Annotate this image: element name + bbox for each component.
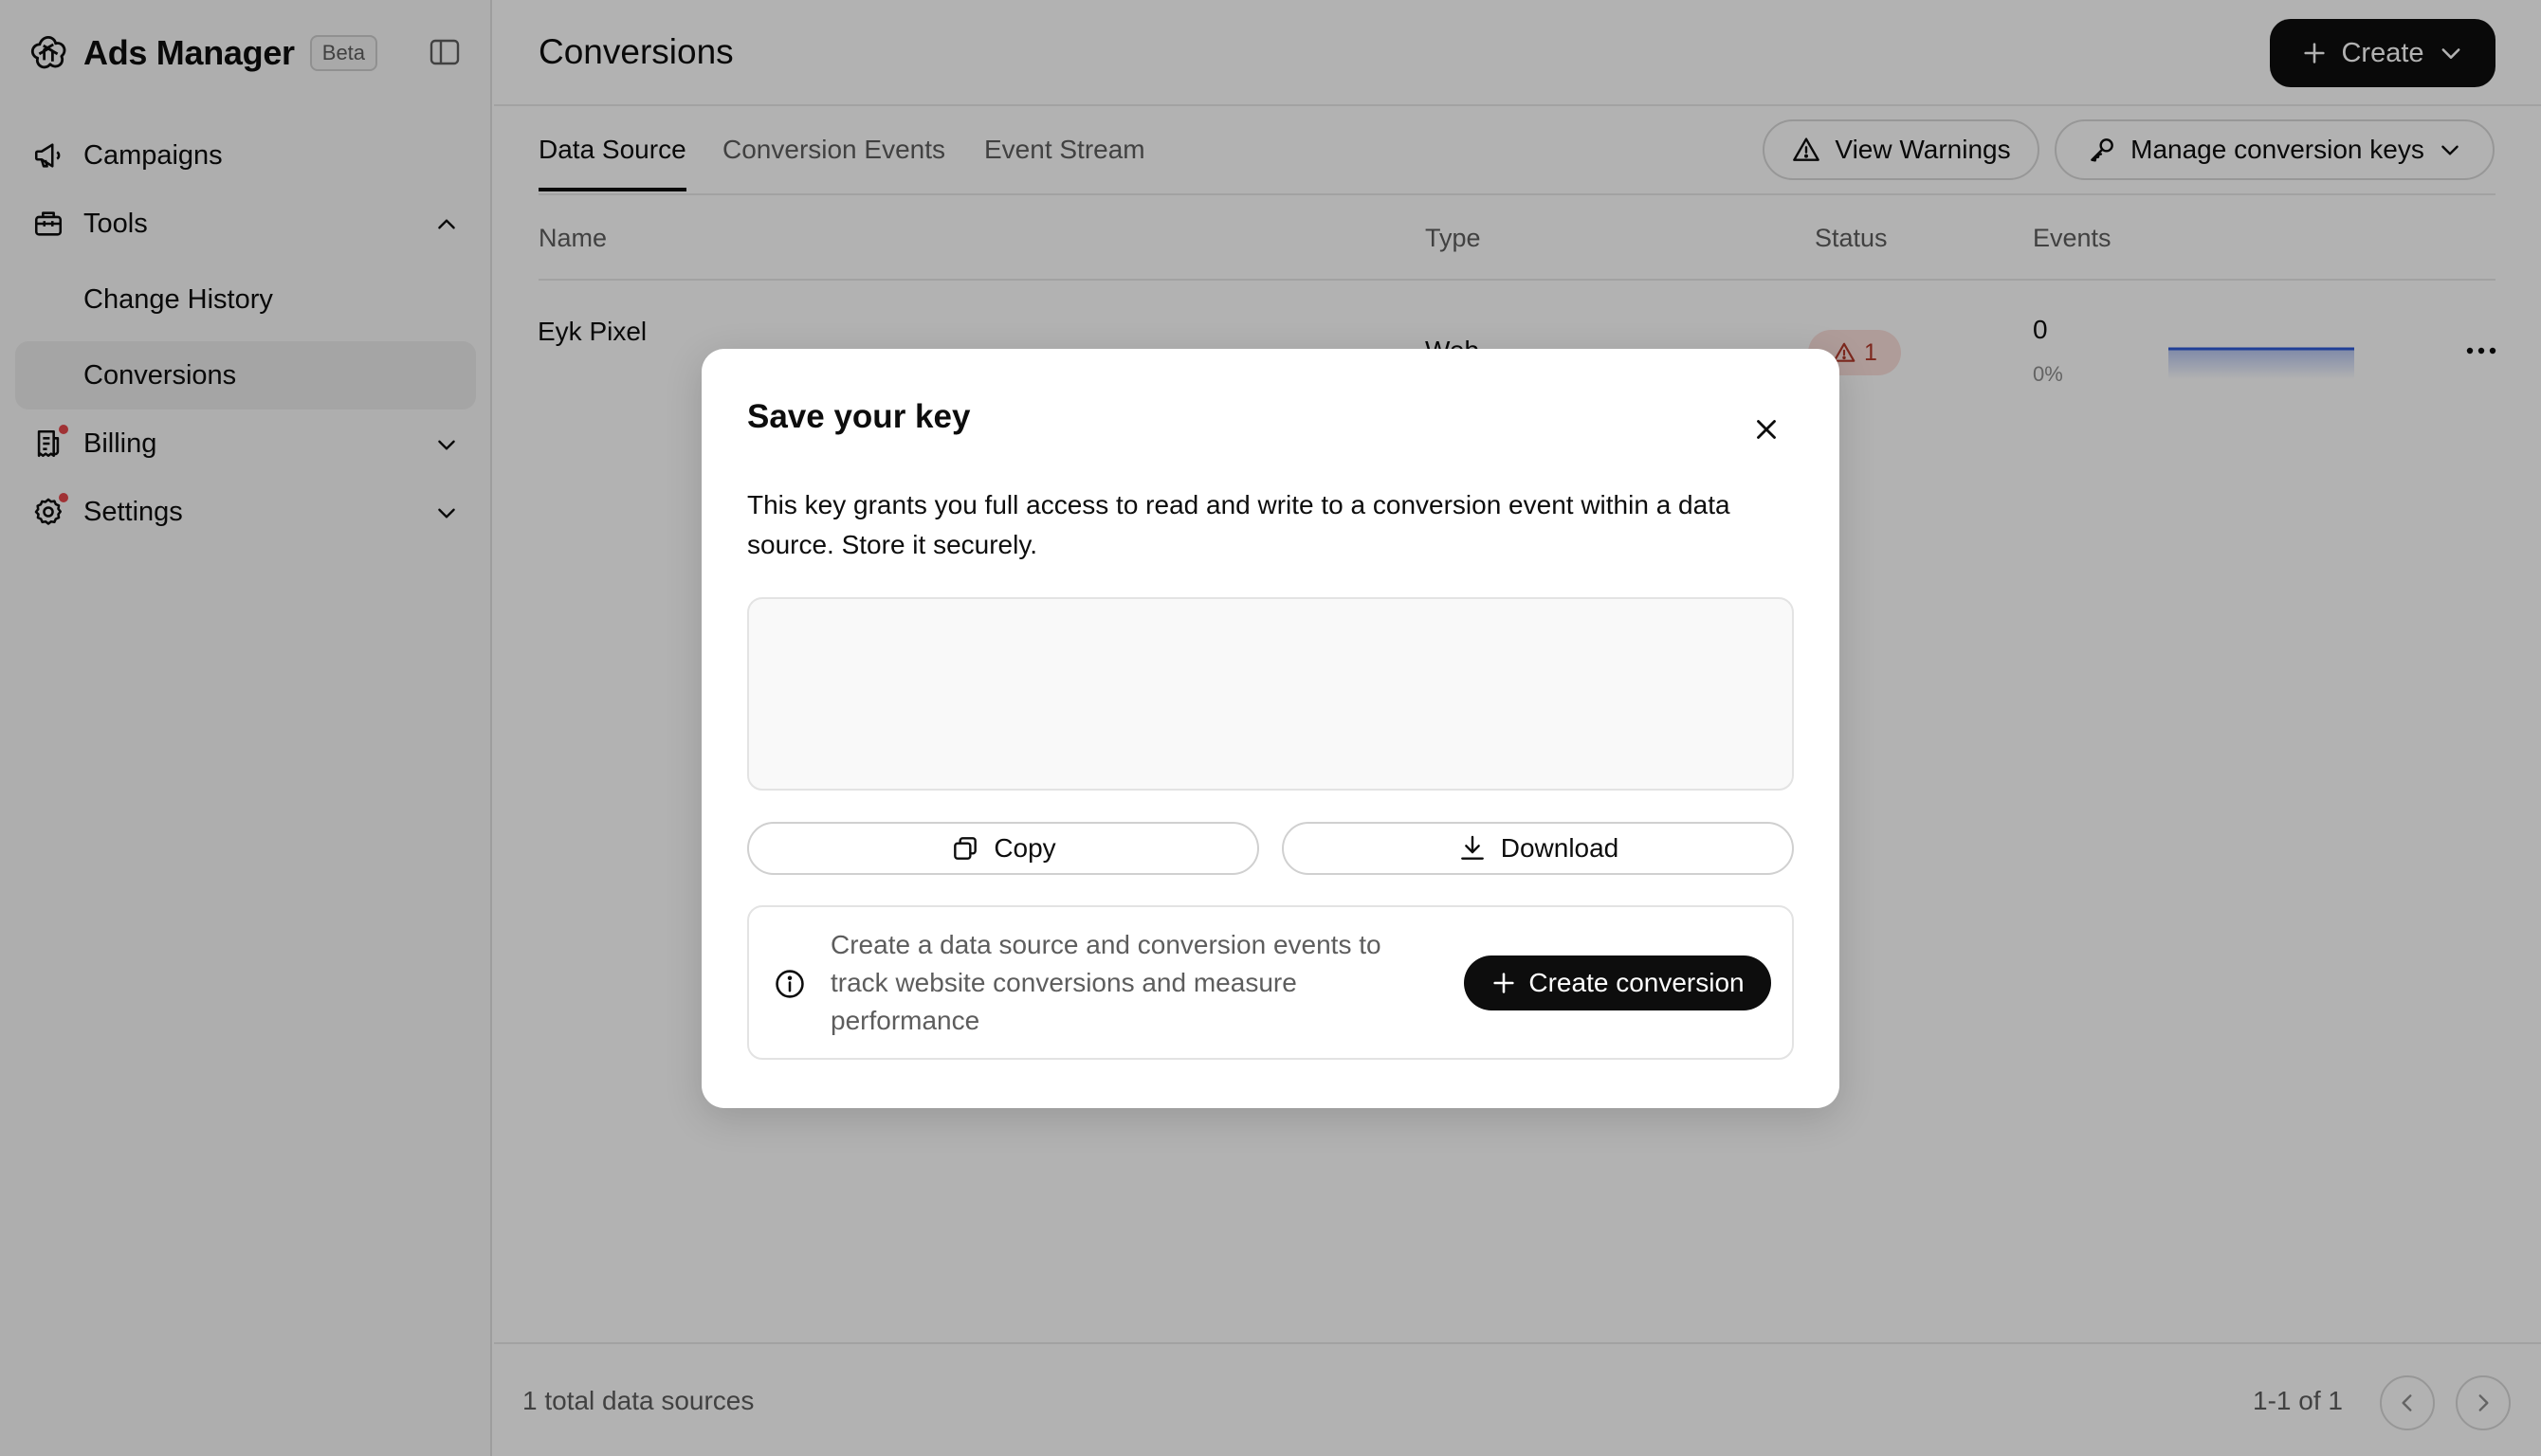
save-key-dialog: Save your key This key grants you full a… — [702, 349, 1839, 1108]
copy-button-label: Copy — [994, 833, 1056, 863]
info-text: Create a data source and conversion even… — [831, 930, 1381, 1035]
download-icon — [1460, 835, 1484, 860]
key-display[interactable] — [747, 597, 1794, 791]
modal-description: This key grants you full access to read … — [747, 490, 1730, 559]
plus-icon — [1493, 973, 1514, 993]
modal-title: Save your key — [747, 398, 971, 435]
info-icon — [776, 970, 804, 998]
download-button[interactable]: Download — [1282, 822, 1794, 875]
create-conversion-button[interactable]: Create conversion — [1464, 956, 1771, 1010]
download-button-label: Download — [1500, 833, 1619, 863]
close-icon[interactable] — [1750, 413, 1782, 446]
copy-button[interactable]: Copy — [747, 822, 1259, 875]
create-conversion-label: Create conversion — [1528, 968, 1745, 997]
info-callout: Create a data source and conversion even… — [747, 905, 1794, 1060]
copy-icon — [954, 837, 978, 860]
